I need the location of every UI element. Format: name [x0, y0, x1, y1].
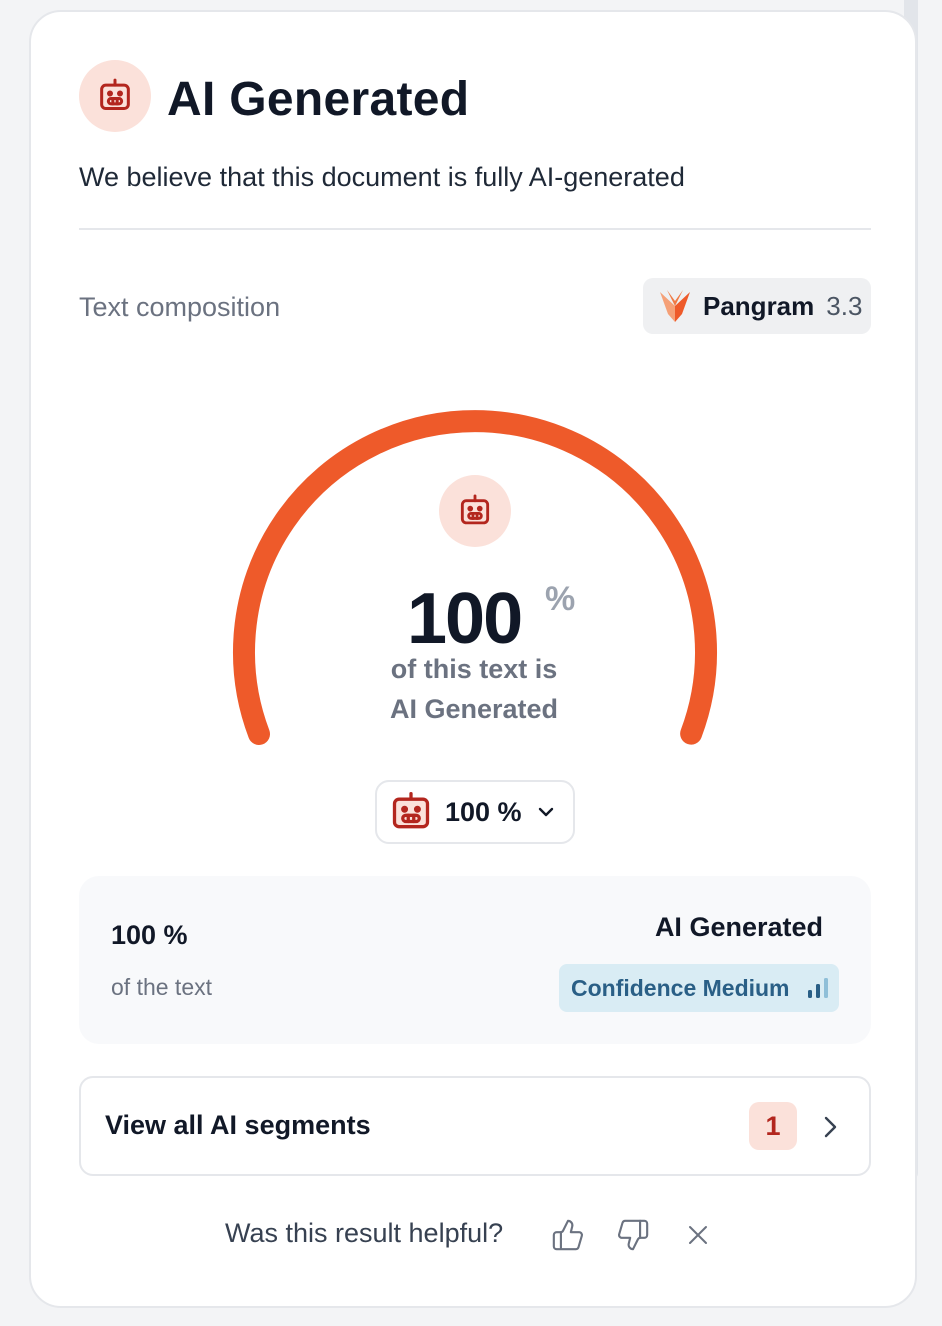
category-dropdown[interactable]: 100 % [375, 780, 575, 844]
chevron-right-icon [819, 1114, 841, 1140]
robot-icon [439, 475, 511, 547]
result-summary: 100 % of the text AI Generated Confidenc… [79, 876, 871, 1044]
robot-icon [392, 792, 430, 829]
feedback-question: Was this result helpful? [225, 1218, 504, 1248]
result-label: AI Generated [654, 912, 823, 942]
segments-label: View all AI segments [105, 1110, 371, 1140]
divider [79, 228, 871, 230]
segments-count-badge: 1 [749, 1102, 797, 1150]
gauge-caption: of this text is [390, 654, 558, 684]
gauge-value: 100 [407, 579, 523, 659]
section-label: Text composition [79, 292, 281, 322]
model-name: Pangram [703, 290, 815, 321]
close-icon[interactable] [678, 1215, 718, 1255]
gauge-unit: % [545, 580, 576, 618]
ai-percent-caption: of the text [111, 974, 213, 1000]
page-title: AI Generated [167, 73, 470, 126]
thumbs-up-icon[interactable] [548, 1215, 588, 1255]
dropdown-value: 100 % [445, 796, 522, 827]
confidence-text: Confidence Medium [571, 974, 790, 1001]
pangram-logo-icon [660, 290, 690, 322]
view-ai-segments-button[interactable]: View all AI segments 1 [79, 1076, 871, 1176]
signal-bars-icon [806, 976, 830, 1000]
verdict-description: We believe that this document is fully A… [79, 162, 685, 192]
thumbs-down-icon[interactable] [613, 1215, 653, 1255]
ai-percent: 100 % [111, 920, 188, 950]
chevron-down-icon [536, 802, 556, 822]
gauge-caption-label: AI Generated [389, 694, 559, 724]
model-version: 3.3 [826, 290, 863, 321]
confidence-badge: Confidence Medium [559, 964, 839, 1012]
robot-icon [79, 60, 151, 132]
model-badge[interactable]: Pangram 3.3 [643, 278, 871, 334]
result-card: AI Generated We believe that this docume… [29, 10, 917, 1308]
